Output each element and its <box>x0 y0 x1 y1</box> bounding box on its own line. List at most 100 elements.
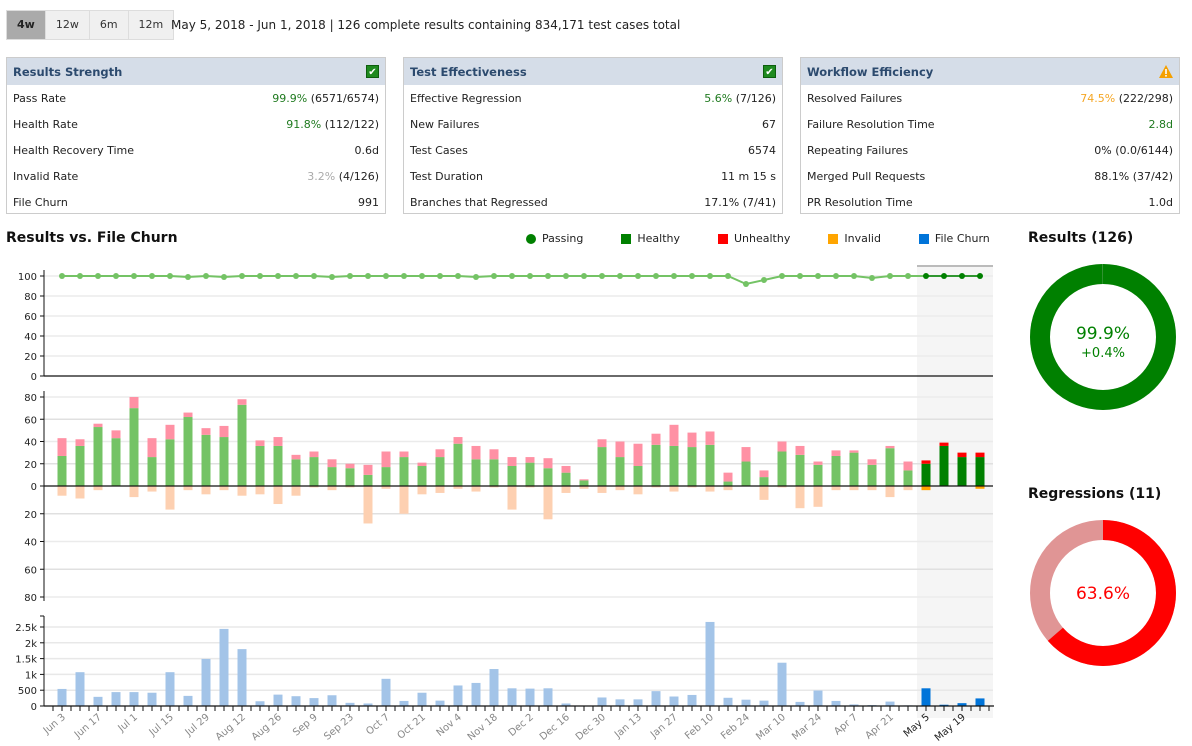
healthy-bar <box>795 454 805 486</box>
regressions-donut[interactable]: 63.6% <box>1028 518 1178 668</box>
churn-bar <box>507 688 517 706</box>
passing-point <box>185 274 191 280</box>
unhealthy-bar <box>147 438 157 458</box>
range-tabs: 4w 12w 6m 12m <box>6 10 175 40</box>
card-title[interactable]: Results Strength <box>13 65 122 79</box>
churn-bar <box>147 692 157 706</box>
metric-label: Repeating Failures <box>807 143 909 157</box>
healthy-bar <box>291 459 301 486</box>
unhealthy-bar <box>903 461 913 471</box>
legend-healthy-label: Healthy <box>637 232 680 245</box>
metric-value-detail: 0% (0.0/6144) <box>1094 143 1173 157</box>
card-title[interactable]: Test Effectiveness <box>410 65 527 79</box>
invalid-bar <box>723 486 733 491</box>
invalid-bar <box>399 486 409 514</box>
range-tab-4w[interactable]: 4w <box>7 11 46 39</box>
metric-row: Health Rate 91.8% (112/122) <box>7 111 385 137</box>
healthy-bar <box>831 455 841 486</box>
metric-value: 74.5% (222/298) <box>1080 92 1173 105</box>
metric-value: 3.2% (4/126) <box>307 170 379 183</box>
metric-value-highlight: 99.9% <box>272 91 308 105</box>
current-period-marker <box>917 265 993 267</box>
unhealthy-bar <box>201 428 211 435</box>
card-header: Results Strength ✔ <box>7 58 385 85</box>
x-tick-label: Dec 2 <box>507 712 536 739</box>
y-tick-label: 80 <box>24 292 37 303</box>
passing-point <box>437 273 443 279</box>
metric-value-detail: (222/298) <box>1115 91 1173 105</box>
churn-bar <box>309 698 319 706</box>
x-tick-label: May 5 <box>902 712 932 740</box>
unhealthy-bar <box>363 464 373 475</box>
passing-point <box>653 273 659 279</box>
unhealthy-bar <box>597 439 607 448</box>
healthy-bar <box>921 463 931 486</box>
results-donut[interactable]: 99.9% +0.4% <box>1028 262 1178 412</box>
range-tab-12m[interactable]: 12m <box>128 11 174 39</box>
healthy-bar <box>345 468 355 486</box>
y-tick-label: 500 <box>18 686 37 697</box>
healthy-bar <box>939 445 949 486</box>
invalid-bar <box>543 486 553 520</box>
chart-title: Results vs. File Churn <box>6 230 178 246</box>
legend-healthy[interactable]: Healthy <box>621 232 680 245</box>
metric-label: Health Recovery Time <box>13 143 135 157</box>
y-tick-label: 20 <box>24 352 37 363</box>
legend-unhealthy[interactable]: Unhealthy <box>718 232 790 245</box>
unhealthy-bar <box>651 433 661 445</box>
healthy-bar <box>777 451 787 486</box>
x-tick-label: Feb 10 <box>683 712 716 742</box>
churn-bar <box>525 688 535 706</box>
invalid-bar <box>93 486 103 491</box>
metric-row: Repeating Failures 0% (0.0/6144) <box>801 137 1179 163</box>
unhealthy-bar <box>57 438 67 456</box>
y-tick-label: 60 <box>24 415 37 426</box>
range-tab-6m[interactable]: 6m <box>89 11 129 39</box>
x-tick-label: Nov 4 <box>435 712 464 739</box>
metric-value-highlight: 2.8d <box>1148 117 1173 131</box>
legend-file-churn[interactable]: File Churn <box>918 232 990 245</box>
healthy-bar <box>651 444 661 486</box>
churn-bar <box>273 694 283 706</box>
metric-row: Invalid Rate 3.2% (4/126) <box>7 163 385 189</box>
range-tab-12w[interactable]: 12w <box>45 11 90 39</box>
passing-point <box>671 273 677 279</box>
unhealthy-bar <box>165 424 175 440</box>
y-tick-label: 0 <box>31 702 37 713</box>
unhealthy-bar <box>849 450 859 453</box>
metric-row: Branches that Regressed 17.1% (7/41) <box>404 189 782 215</box>
legend-passing[interactable]: Passing <box>526 232 583 245</box>
churn-bar <box>651 691 661 706</box>
healthy-bar <box>867 464 877 486</box>
unhealthy-bar <box>399 451 409 458</box>
invalid-bar <box>147 486 157 492</box>
passing-point <box>401 273 407 279</box>
warning-icon <box>1159 65 1173 78</box>
churn-bar <box>759 700 769 706</box>
unhealthy-bar <box>813 461 823 465</box>
card-title[interactable]: Workflow Efficiency <box>807 65 933 79</box>
invalid-bar <box>363 486 373 524</box>
metric-label: New Failures <box>410 117 480 131</box>
legend-invalid[interactable]: Invalid <box>828 232 881 245</box>
x-tick-label: Jul 15 <box>147 712 176 739</box>
y-tick-label: 20 <box>24 460 37 471</box>
card-test-effectiveness: Test Effectiveness ✔ Effective Regression 5… <box>403 57 783 214</box>
passing-point <box>347 273 353 279</box>
unhealthy-bar <box>291 454 301 460</box>
x-tick-label: Jun 3 <box>41 712 68 737</box>
invalid-bar <box>885 486 895 498</box>
metric-row: Merged Pull Requests 88.1% (37/42) <box>801 163 1179 189</box>
metric-value: 91.8% (112/122) <box>286 118 379 131</box>
card-results-strength: Results Strength ✔ Pass Rate 99.9% (6571/65… <box>6 57 386 214</box>
y-tick-label: 1k <box>25 670 37 681</box>
unhealthy-bar <box>525 457 535 463</box>
x-tick-label: Jan 13 <box>612 712 644 741</box>
y-tick-label: 60 <box>24 312 37 323</box>
passing-point <box>527 273 533 279</box>
unhealthy-bar <box>795 445 805 455</box>
metric-value: 5.6% (7/126) <box>704 92 776 105</box>
passing-point <box>725 273 731 279</box>
legend-invalid-label: Invalid <box>844 232 881 245</box>
metric-label: File Churn <box>13 195 68 209</box>
